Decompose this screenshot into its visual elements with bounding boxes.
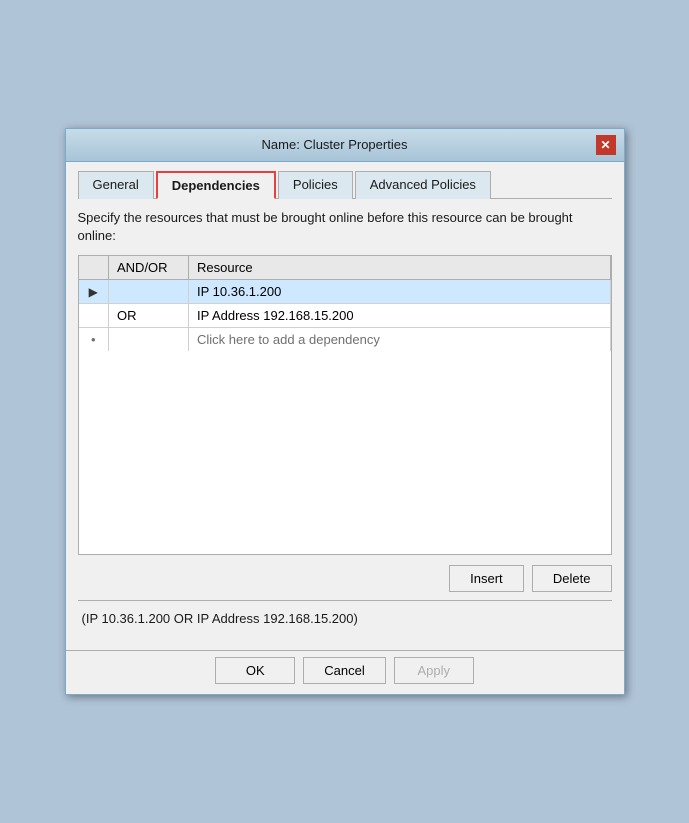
ok-button[interactable]: OK xyxy=(215,657,295,684)
dependency-table: AND/OR Resource ▶ IP 10.36.1.200 OR xyxy=(79,256,611,351)
dependency-expression: (IP 10.36.1.200 OR IP Address 192.168.15… xyxy=(78,609,612,628)
tab-general[interactable]: General xyxy=(78,171,154,199)
row-selector-1: ▶ xyxy=(79,280,109,304)
dialog-body: General Dependencies Policies Advanced P… xyxy=(66,162,624,650)
resource-cell-1: IP 10.36.1.200 xyxy=(189,280,611,304)
table-row[interactable]: OR IP Address 192.168.15.200 xyxy=(79,304,611,328)
col-selector xyxy=(79,256,109,280)
add-dependency-row[interactable]: • Click here to add a dependency xyxy=(79,328,611,352)
add-dependency-text: Click here to add a dependency xyxy=(189,328,611,352)
title-bar: Name: Cluster Properties ✕ xyxy=(66,129,624,162)
dependency-table-container: AND/OR Resource ▶ IP 10.36.1.200 OR xyxy=(78,255,612,555)
separator xyxy=(78,600,612,601)
row-selector-2 xyxy=(79,304,109,328)
tab-dependencies[interactable]: Dependencies xyxy=(156,171,276,199)
dialog-title: Name: Cluster Properties xyxy=(74,137,596,152)
add-dot: • xyxy=(79,328,109,352)
cancel-button[interactable]: Cancel xyxy=(303,657,385,684)
insert-button[interactable]: Insert xyxy=(449,565,524,592)
resource-cell-2: IP Address 192.168.15.200 xyxy=(189,304,611,328)
andor-cell-2: OR xyxy=(109,304,189,328)
col-andor: AND/OR xyxy=(109,256,189,280)
description-text: Specify the resources that must be broug… xyxy=(78,209,612,245)
bottom-button-bar: OK Cancel Apply xyxy=(66,650,624,694)
row-arrow-icon: ▶ xyxy=(89,285,98,299)
table-action-buttons: Insert Delete xyxy=(78,565,612,592)
col-resource: Resource xyxy=(189,256,611,280)
close-button[interactable]: ✕ xyxy=(596,135,616,155)
dialog-window: Name: Cluster Properties ✕ General Depen… xyxy=(65,128,625,695)
tab-advanced-policies[interactable]: Advanced Policies xyxy=(355,171,491,199)
andor-cell-1 xyxy=(109,280,189,304)
tab-bar: General Dependencies Policies Advanced P… xyxy=(78,170,612,199)
delete-button[interactable]: Delete xyxy=(532,565,612,592)
table-row[interactable]: ▶ IP 10.36.1.200 xyxy=(79,280,611,304)
tab-policies[interactable]: Policies xyxy=(278,171,353,199)
apply-button[interactable]: Apply xyxy=(394,657,474,684)
